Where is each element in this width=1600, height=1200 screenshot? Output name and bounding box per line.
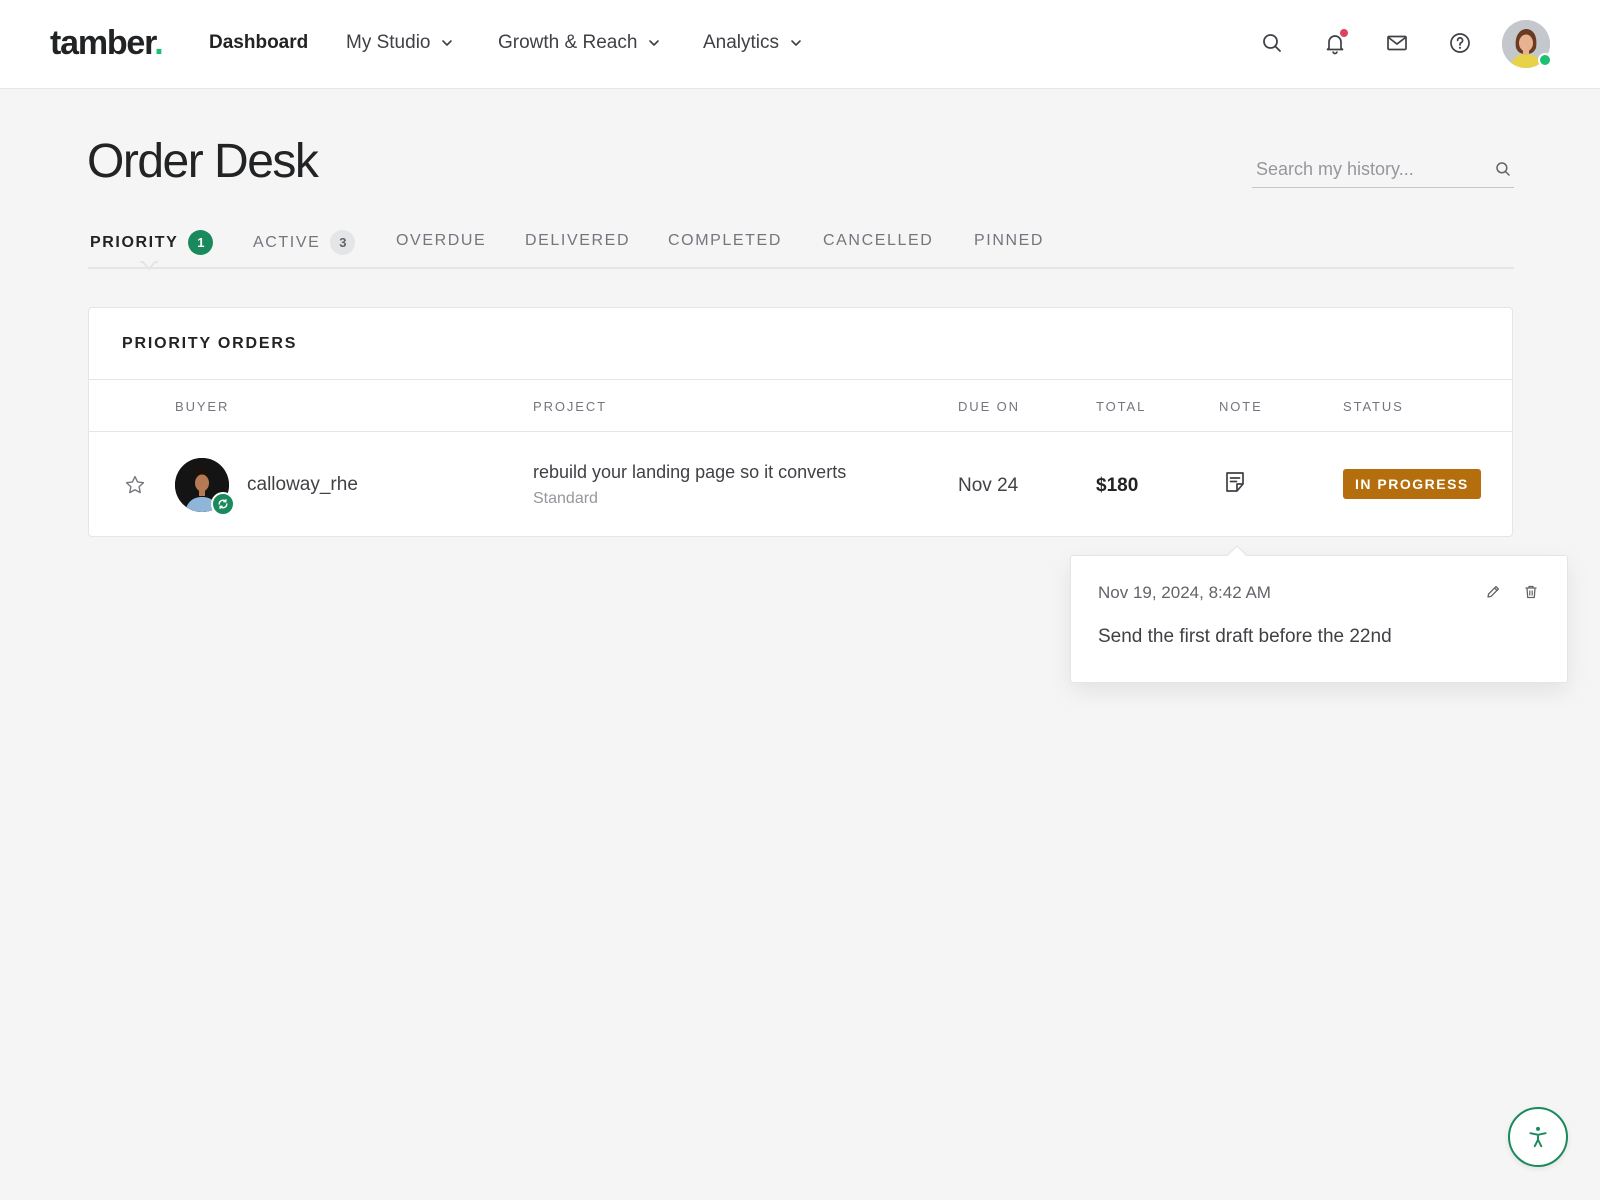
column-header-note: NOTE [1219,399,1263,414]
pencil-icon [1487,585,1500,598]
help-icon [1450,33,1470,53]
note-timestamp: Nov 19, 2024, 8:42 AM [1098,583,1271,602]
buyer-avatar[interactable] [175,458,235,516]
orders-table-header: BUYER PROJECT DUE ON TOTAL NOTE STATUS [89,379,1512,432]
chevron-down-icon [791,40,801,46]
project-title[interactable]: rebuild your landing page so it converts [533,462,846,483]
chevron-down-icon [649,40,660,46]
notification-dot [1340,29,1348,37]
mail-icon [1387,35,1407,51]
project-tier: Standard [533,490,598,507]
nav-my-studio-label: My Studio [346,32,431,53]
nav-dashboard-label: Dashboard [209,32,309,53]
notifications-button[interactable] [1322,29,1348,56]
popover-arrow [1226,545,1248,557]
tab-overdue[interactable]: OVERDUE [396,232,486,250]
tab-active-label: ACTIVE [253,233,321,251]
nav-growth-reach-label: Growth & Reach [498,32,638,53]
active-tab-indicator [140,261,158,271]
accessibility-icon [1529,1126,1547,1148]
search-icon [1263,34,1281,52]
tab-delivered[interactable]: DELIVERED [525,232,630,250]
user-avatar[interactable] [1502,20,1552,68]
tab-priority[interactable]: PRIORITY 1 [90,230,214,255]
buyer-username[interactable]: calloway_rhe [247,474,358,496]
history-search-input[interactable] [1252,152,1488,186]
brand-logo[interactable]: tamber. [50,24,164,63]
note-text: Send the first draft before the 22nd [1098,626,1392,647]
status-badge: IN PROGRESS [1343,469,1481,499]
note-popover: Nov 19, 2024, 8:42 AM Send the first dra… [1070,545,1568,683]
tab-completed[interactable]: COMPLETED [668,232,782,250]
nav-analytics-label: Analytics [703,32,780,53]
help-button[interactable] [1447,30,1473,56]
tab-pinned-label: PINNED [974,232,1045,249]
star-icon[interactable] [124,474,146,496]
edit-note-button[interactable] [1485,584,1505,604]
tab-delivered-label: DELIVERED [525,232,631,249]
column-header-total: TOTAL [1096,399,1147,414]
trash-icon [1525,585,1537,599]
column-header-project: PROJECT [533,399,607,414]
repeat-buyer-badge [211,492,235,516]
tab-active[interactable]: ACTIVE 3 [253,230,356,255]
tab-priority-count-badge: 1 [188,230,214,255]
online-status-dot [1538,53,1552,67]
repeat-icon [218,498,228,510]
messages-button[interactable] [1384,30,1410,56]
priority-orders-card: PRIORITY ORDERS BUYER PROJECT DUE ON TOT… [88,307,1513,537]
delete-note-button[interactable] [1523,584,1543,604]
tab-cancelled[interactable]: CANCELLED [823,232,933,250]
tab-overdue-label: OVERDUE [396,232,487,249]
order-tabs: PRIORITY 1 ACTIVE 3 OVERDUE DELIVERED CO… [88,226,1514,271]
chevron-down-icon [442,40,453,46]
note-icon[interactable] [1223,470,1247,494]
page-title: Order Desk [87,135,319,188]
accessibility-button[interactable] [1508,1107,1568,1167]
column-header-status: STATUS [1343,399,1404,414]
top-navbar: tamber. Dashboard My Studio Growth & Rea… [0,0,1600,89]
column-header-buyer: BUYER [175,399,230,414]
tab-pinned[interactable]: PINNED [974,232,1044,250]
history-search [1252,152,1514,188]
due-date: Nov 24 [958,475,1019,496]
nav-growth-reach[interactable]: Growth & Reach [498,32,661,54]
tab-priority-label: PRIORITY [90,233,179,251]
table-row[interactable]: calloway_rhe rebuild your landing page s… [89,432,1512,537]
search-icon[interactable] [1494,160,1512,178]
nav-analytics[interactable]: Analytics [703,32,803,54]
search-button[interactable] [1259,30,1285,56]
nav-dashboard[interactable]: Dashboard [209,32,308,54]
tab-active-count-badge: 3 [330,230,356,255]
column-header-due-on: DUE ON [958,399,1020,414]
tab-completed-label: COMPLETED [668,232,782,249]
card-title: PRIORITY ORDERS [122,335,298,352]
nav-my-studio[interactable]: My Studio [346,32,454,54]
tab-cancelled-label: CANCELLED [823,232,934,249]
order-total: $180 [1096,475,1139,496]
